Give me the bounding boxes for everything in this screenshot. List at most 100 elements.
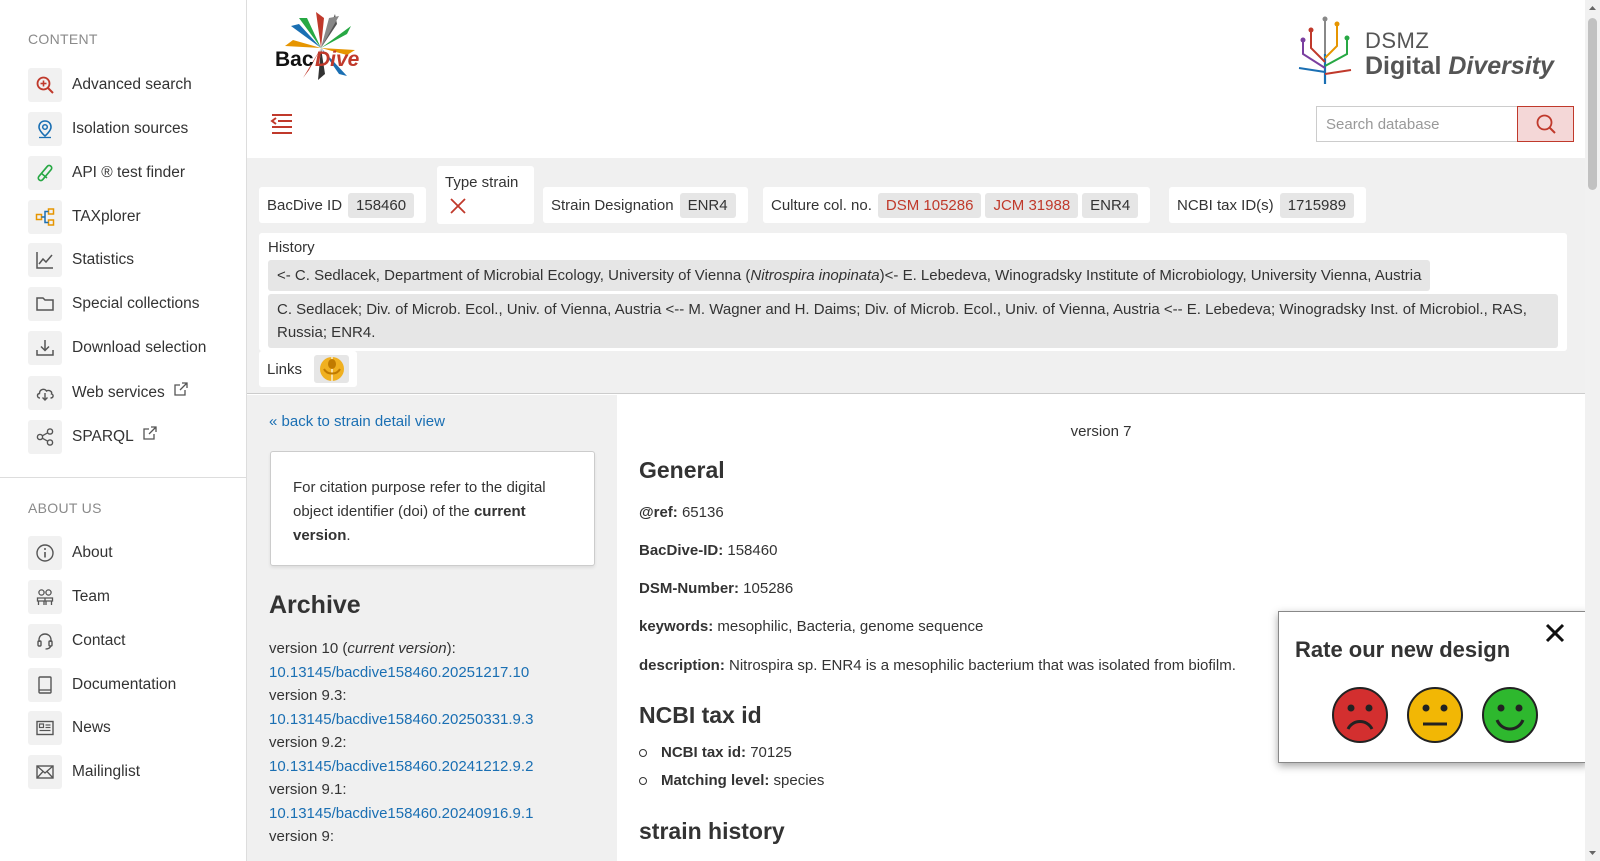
archive-item: version 9.3: 10.13145/bacdive158460.2025… — [269, 684, 609, 731]
collapse-menu-icon — [270, 114, 292, 134]
field-ref: @ref: 65136 — [639, 504, 724, 521]
sidebar-item-label: Statistics — [72, 251, 135, 268]
rating-popup: Rate our new design — [1278, 611, 1588, 763]
sidebar-item-label: TAXplorer — [72, 208, 141, 225]
strain-designation-chip: Strain Designation ENR4 — [543, 187, 748, 223]
bacdive-id-label: BacDive ID — [267, 196, 343, 214]
archive-column: « back to strain detail view For citatio… — [247, 395, 617, 861]
archive-doi-link[interactable]: 10.13145/bacdive158460.20240916.9.1 — [269, 802, 609, 826]
folder-icon — [28, 287, 62, 321]
sidebar-heading-content: CONTENT — [28, 31, 98, 47]
archive-version: version 9.1: — [269, 781, 347, 798]
strain-info-bar: BacDive ID 158460 Type strain Strain Des… — [247, 158, 1585, 394]
sidebar-item-web-services[interactable]: Web services — [28, 376, 189, 410]
sidebar-item-news[interactable]: News — [28, 711, 111, 745]
sidebar-item-statistics[interactable]: Statistics — [28, 243, 134, 277]
history-entry: <- C. Sedlacek, Department of Microbial … — [268, 260, 1431, 291]
section-title-ncbi: NCBI tax id — [639, 702, 762, 728]
history-label: History — [268, 239, 315, 256]
rate-good-button[interactable] — [1481, 686, 1539, 744]
rate-bad-button[interactable] — [1331, 686, 1389, 744]
sidebar-item-label: Special collections — [72, 295, 200, 312]
field-bacdive-id: BacDive-ID: 158460 — [639, 542, 778, 559]
test-tube-icon — [28, 156, 62, 190]
type-strain-label: Type strain — [445, 174, 519, 191]
sidebar-item-mailinglist[interactable]: Mailinglist — [28, 755, 140, 789]
archive-version: version 9.3: — [269, 687, 347, 704]
archive-doi-link[interactable]: 10.13145/bacdive158460.20241212.9.2 — [269, 755, 609, 779]
sidebar-item-sparql[interactable]: SPARQL — [28, 420, 158, 454]
sidebar-divider — [0, 477, 246, 478]
sidebar-item-advanced-search[interactable]: Advanced search — [28, 68, 192, 102]
sidebar-item-label: Contact — [72, 632, 126, 649]
sidebar-item-contact[interactable]: Contact — [28, 624, 125, 658]
external-link-icon — [143, 426, 157, 440]
page-scrollbar[interactable] — [1585, 0, 1600, 861]
archive-doi-link[interactable]: 10.13145/bacdive158460.20250331.9.3 — [269, 708, 609, 732]
sidebar-item-label: News — [72, 719, 111, 736]
history-entry: C. Sedlacek; Div. of Microb. Ecol., Univ… — [268, 294, 1558, 348]
links-chip: Links — [259, 351, 357, 387]
sidebar-item-taxplorer[interactable]: TAXplorer — [28, 200, 141, 234]
sidebar-item-about[interactable]: About — [28, 536, 113, 570]
cloud-download-icon — [28, 376, 62, 410]
field-dsm-number: DSM-Number: 105286 — [639, 580, 794, 597]
bacdive-logo[interactable]: Bac Dive — [269, 10, 373, 92]
scroll-down-icon[interactable] — [1588, 848, 1597, 858]
sidebar-item-label: Advanced search — [72, 76, 192, 93]
ncbi-tax-label: NCBI tax ID(s) — [1177, 196, 1274, 214]
rating-title: Rate our new design — [1295, 637, 1511, 662]
search-button[interactable] — [1517, 106, 1574, 142]
dsmz-logo-subtitle: Digital Diversity — [1365, 52, 1554, 80]
external-resource-link[interactable] — [314, 355, 349, 383]
archive-version: version 10 (current version): — [269, 640, 456, 657]
archive-version: version 9: — [269, 828, 335, 845]
scrollbar-thumb[interactable] — [1588, 18, 1597, 190]
sidebar-item-api-test-finder[interactable]: API ® test finder — [28, 156, 185, 190]
close-button[interactable] — [1544, 622, 1566, 644]
sidebar-item-documentation[interactable]: Documentation — [28, 668, 176, 702]
archive-item: version 10 (current version): 10.13145/b… — [269, 637, 609, 684]
sidebar-item-label: Documentation — [72, 676, 177, 693]
chart-icon — [28, 243, 62, 277]
sidebar-item-label: About — [72, 544, 113, 561]
sidebar-item-label: Download selection — [72, 339, 207, 356]
search-icon — [1536, 114, 1556, 134]
archive-item: version 9: — [269, 825, 609, 849]
culture-col-value: ENR4 — [1082, 192, 1139, 218]
sidebar-item-isolation-sources[interactable]: Isolation sources — [28, 112, 188, 146]
sidebar-item-download-selection[interactable]: Download selection — [28, 331, 206, 365]
sidebar-item-team[interactable]: Team — [28, 580, 110, 614]
culture-col-link[interactable]: JCM 31988 — [985, 192, 1079, 218]
type-strain-chip: Type strain — [437, 166, 534, 224]
sidebar-item-label: Team — [72, 588, 110, 605]
logo-text-bac: Bac — [275, 48, 314, 71]
archive-list: version 10 (current version): 10.13145/b… — [269, 637, 609, 849]
sidebar-heading-about: ABOUT US — [28, 500, 102, 516]
rate-neutral-button[interactable] — [1406, 686, 1464, 744]
back-to-strain-link[interactable]: « back to strain detail view — [269, 413, 445, 430]
search-bar — [1316, 106, 1574, 142]
scroll-up-icon[interactable] — [1588, 3, 1597, 13]
dsmz-logo-text: DSMZ — [1365, 28, 1430, 53]
culture-col-link[interactable]: DSM 105286 — [877, 192, 982, 218]
dsmz-logo[interactable]: DSMZ Digital Diversity — [1289, 14, 1559, 86]
field-description: description: Nitrospira sp. ENR4 is a me… — [639, 657, 1236, 674]
archive-doi-link[interactable]: 10.13145/bacdive158460.20251217.10 — [269, 661, 609, 685]
resource-logo-icon — [319, 357, 344, 381]
close-x-icon — [450, 198, 466, 214]
section-title-general: General — [639, 457, 725, 483]
sidebar: CONTENT Advanced search Isolation source… — [0, 0, 247, 861]
ncbi-tax-value[interactable]: 1715989 — [1279, 192, 1355, 218]
culture-col-label: Culture col. no. — [771, 196, 872, 214]
book-icon — [28, 668, 62, 702]
happy-face-icon — [1482, 687, 1538, 743]
search-input[interactable] — [1316, 106, 1517, 142]
menu-toggle-button[interactable] — [269, 110, 295, 136]
neutral-face-icon — [1407, 687, 1463, 743]
archive-title: Archive — [269, 591, 361, 619]
tree-icon — [28, 200, 62, 234]
sidebar-item-label: Web services — [72, 384, 165, 401]
sidebar-item-special-collections[interactable]: Special collections — [28, 287, 200, 321]
external-link-icon — [174, 382, 188, 396]
